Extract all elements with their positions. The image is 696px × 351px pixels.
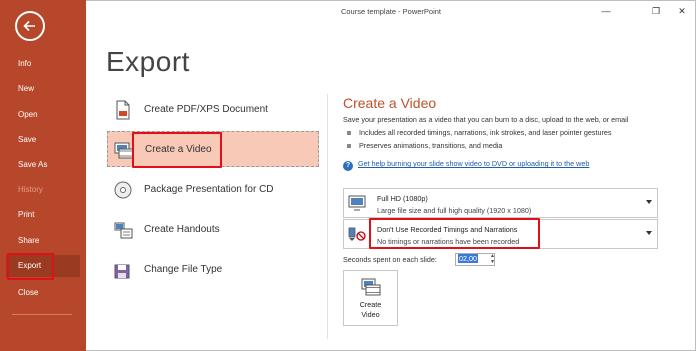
option-create-video[interactable]: Create a Video: [107, 131, 319, 167]
bullet-item: Includes all recorded timings, narration…: [347, 128, 612, 137]
seconds-label: Seconds spent on each slide:: [343, 255, 437, 264]
bullet-text: Includes all recorded timings, narration…: [359, 128, 612, 137]
nav-item-export[interactable]: Export: [6, 255, 80, 277]
video-pane-title: Create a Video: [343, 95, 437, 111]
back-button[interactable]: [15, 11, 45, 41]
back-arrow-icon: [23, 20, 35, 32]
create-button-line1: Create: [359, 300, 382, 309]
chevron-down-icon: [646, 231, 652, 235]
option-label: Package Presentation for CD: [144, 184, 274, 195]
option-change-file-type[interactable]: Change File Type: [107, 252, 319, 288]
nav-item-info[interactable]: Info: [6, 53, 80, 75]
help-icon: ?: [343, 161, 353, 171]
option-label: Create PDF/XPS Document: [144, 104, 268, 115]
nav-item-history: History: [18, 185, 43, 194]
monitor-icon: [348, 195, 366, 211]
minimize-button[interactable]: —: [596, 4, 616, 18]
video-icon: [114, 142, 134, 159]
timings-subtitle: No timings or narrations have been recor…: [377, 237, 520, 246]
pane-divider: [327, 94, 328, 339]
no-narration-icon: [348, 227, 366, 241]
create-button-line2: Video: [361, 310, 380, 319]
quality-subtitle: Large file size and full high quality (1…: [377, 206, 532, 215]
option-create-pdf[interactable]: Create PDF/XPS Document: [107, 92, 319, 128]
backstage-nav: Info New Open Save Save As History Print…: [0, 0, 86, 351]
chevron-down-icon: [646, 200, 652, 204]
timings-dropdown[interactable]: Don't Use Recorded Timings and Narration…: [343, 219, 658, 249]
seconds-spinner[interactable]: ▲ ▼: [489, 253, 496, 266]
nav-item-save-as[interactable]: Save As: [6, 154, 80, 176]
handouts-icon: [114, 222, 133, 239]
help-link-text[interactable]: Get help burning your slide show video t…: [358, 159, 589, 168]
nav-divider: [12, 314, 72, 315]
cd-icon: [114, 181, 132, 199]
nav-item-print[interactable]: Print: [6, 204, 80, 226]
option-create-handouts[interactable]: Create Handouts: [107, 212, 319, 248]
close-window-button[interactable]: ✕: [672, 4, 692, 18]
seconds-value[interactable]: 02,00: [458, 254, 478, 263]
title-bar: Course template - PowerPoint — ❐ ✕: [86, 0, 696, 22]
help-link[interactable]: ? Get help burning your slide show video …: [343, 159, 589, 171]
timings-title: Don't Use Recorded Timings and Narration…: [377, 225, 518, 234]
video-icon: [361, 278, 381, 296]
file-type-icon: [114, 264, 130, 279]
option-label: Change File Type: [144, 264, 223, 275]
bullet-text: Preserves animations, transitions, and m…: [359, 141, 503, 150]
option-package-cd[interactable]: Package Presentation for CD: [107, 172, 319, 208]
nav-item-new[interactable]: New: [6, 78, 80, 100]
restore-button[interactable]: ❐: [646, 4, 666, 18]
video-description: Save your presentation as a video that y…: [343, 115, 629, 124]
pdf-document-icon: [116, 100, 130, 120]
nav-item-close[interactable]: Close: [6, 282, 80, 304]
create-video-button[interactable]: Create Video: [343, 270, 398, 326]
nav-item-share[interactable]: Share: [6, 230, 80, 252]
quality-dropdown[interactable]: Full HD (1080p) Large file size and full…: [343, 188, 658, 218]
bullet-item: Preserves animations, transitions, and m…: [347, 141, 502, 150]
page-title: Export: [106, 46, 190, 77]
option-label: Create a Video: [145, 144, 212, 155]
nav-item-save[interactable]: Save: [6, 129, 80, 151]
option-label: Create Handouts: [144, 224, 220, 235]
quality-title: Full HD (1080p): [377, 194, 428, 203]
nav-item-open[interactable]: Open: [6, 104, 80, 126]
